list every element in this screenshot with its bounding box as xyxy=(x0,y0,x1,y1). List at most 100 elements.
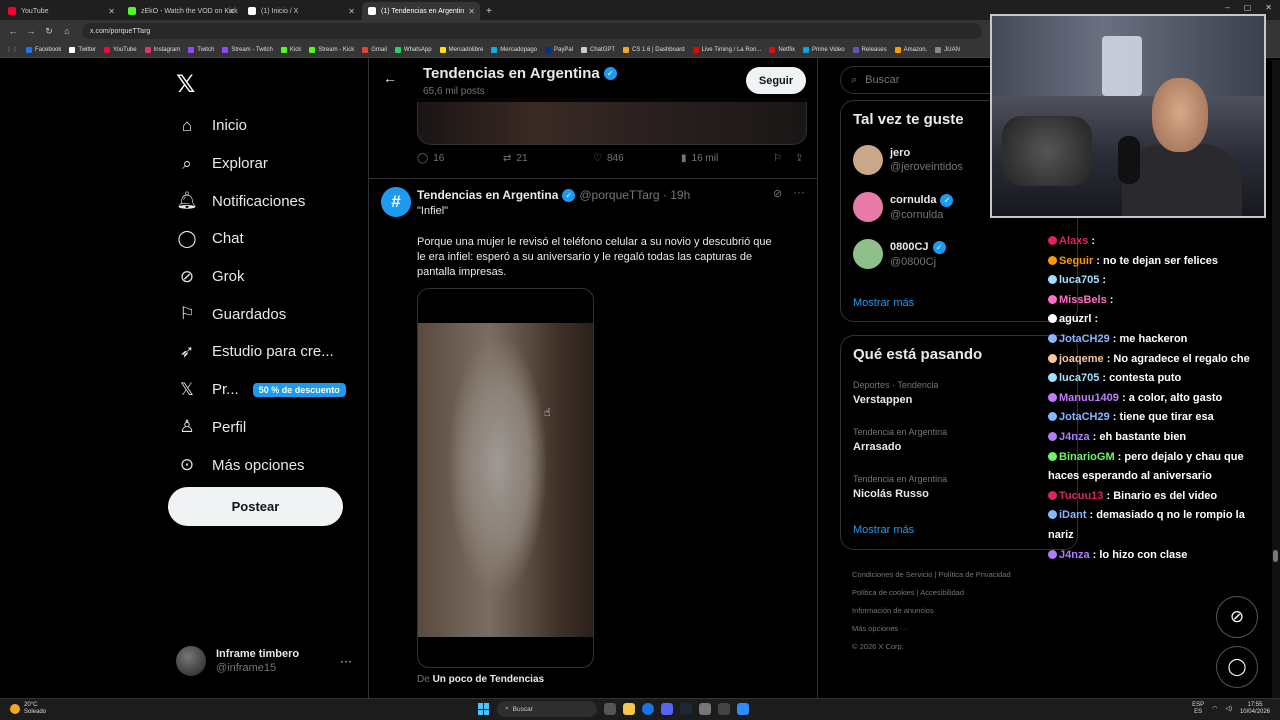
account-menu-icon[interactable]: ··· xyxy=(340,654,352,668)
video-source-link[interactable]: Un poco de Tendencias xyxy=(433,674,545,685)
tab-close-icon[interactable]: ✕ xyxy=(468,7,475,16)
bookmark-item[interactable]: Stream - Kick xyxy=(309,46,354,53)
chat-username[interactable]: aguzrl xyxy=(1059,313,1091,325)
chat-fab-icon[interactable]: ◯ xyxy=(1216,646,1258,688)
chat-username[interactable]: BinarioGM xyxy=(1059,451,1115,463)
chat-username[interactable]: J4nza xyxy=(1059,431,1090,443)
apps-icon[interactable]: ⋮⋮ xyxy=(6,46,18,53)
bookmark-item[interactable]: Mercadolibre xyxy=(439,46,483,53)
footer-link[interactable]: Accesibilidad xyxy=(920,588,964,597)
footer-link[interactable]: Condiciones de Servicio xyxy=(852,570,932,579)
nav-item-m-s-opciones[interactable]: ⊙ Más opciones xyxy=(176,446,346,484)
windows-start-icon[interactable] xyxy=(478,703,490,715)
bookmark-item[interactable]: Facebook xyxy=(26,46,61,53)
nav-item-inicio[interactable]: ⌂ Inicio xyxy=(176,107,346,145)
bookmark-item[interactable]: Instagram xyxy=(144,46,180,53)
bookmark-item[interactable]: WhatsApp xyxy=(394,46,432,53)
bookmark-button[interactable]: ⚐ xyxy=(773,153,795,164)
chat-username[interactable]: Tucuu13 xyxy=(1059,490,1103,502)
browser-tab[interactable]: (1) Inicio / X ✕ xyxy=(242,2,360,20)
clock[interactable]: 17:55 10/04/2026 xyxy=(1240,702,1270,716)
tab-close-icon[interactable]: ✕ xyxy=(348,7,355,16)
volume-icon[interactable]: ◁) xyxy=(1225,706,1232,713)
reload-icon[interactable]: ↻ xyxy=(44,26,54,37)
chat-username[interactable]: Alaxs xyxy=(1059,235,1088,247)
file-explorer-icon[interactable] xyxy=(623,703,635,715)
bookmark-item[interactable]: Kick xyxy=(280,46,301,53)
bookmark-item[interactable]: ChatGPT xyxy=(581,46,615,53)
discord-icon[interactable] xyxy=(661,703,673,715)
chat-username[interactable]: Manuu1409 xyxy=(1059,392,1119,404)
scrollbar-thumb[interactable] xyxy=(1273,550,1278,562)
trend-item[interactable]: Deportes · Tendencia Verstappen xyxy=(853,380,938,406)
footer-link[interactable]: © 2026 X Corp. xyxy=(852,642,904,651)
bookmark-item[interactable]: Twitter xyxy=(69,46,96,53)
wifi-icon[interactable]: ◠ xyxy=(1212,706,1217,713)
bookmark-item[interactable]: Mercadopago xyxy=(491,46,537,53)
new-tab-button[interactable]: + xyxy=(486,6,492,17)
forward-icon[interactable]: → xyxy=(26,26,36,36)
suggestion-cornulda[interactable]: cornulda ✓ @cornulda xyxy=(853,192,954,222)
suggestion-jero[interactable]: jero @jeroveintidos xyxy=(853,145,963,175)
steam-icon[interactable] xyxy=(680,703,692,715)
chat-username[interactable]: MissBels xyxy=(1059,294,1107,306)
nav-item-estudio-para-cre[interactable]: ➶ Estudio para cre... xyxy=(176,333,346,371)
footer-link[interactable]: Política de Privacidad xyxy=(939,570,1011,579)
grok-fab-icon[interactable]: ⊘ xyxy=(1216,596,1258,638)
previous-post-media[interactable] xyxy=(417,98,807,145)
bookmark-item[interactable]: Releases xyxy=(852,46,887,53)
post-button[interactable]: Postear xyxy=(168,487,343,526)
bookmark-item[interactable]: Twitch xyxy=(188,46,214,53)
show-more-trends-link[interactable]: Mostrar más xyxy=(853,524,914,536)
language-indicator[interactable]: ESP ES xyxy=(1192,702,1204,716)
nav-item-grok[interactable]: ⊘ Grok xyxy=(176,258,346,296)
nav-item-notificaciones[interactable]: 🔔︎ Notificaciones xyxy=(176,182,346,220)
chat-username[interactable]: J4nza xyxy=(1059,549,1090,561)
search-field[interactable]: ⌕ Buscar xyxy=(840,66,1010,94)
nav-item-guardados[interactable]: ⚐ Guardados xyxy=(176,295,346,333)
trend-item[interactable]: Tendencia en Argentina Arrasado xyxy=(853,427,947,453)
chat-username[interactable]: luca705 xyxy=(1059,274,1099,286)
chat-username[interactable]: Seguir xyxy=(1059,255,1093,267)
tweet-video[interactable]: ☝ xyxy=(417,288,594,668)
tab-close-icon[interactable]: ✕ xyxy=(108,7,115,16)
bookmark-item[interactable]: PayPal xyxy=(545,46,573,53)
tweet-handle[interactable]: @porqueTTarg · 19h xyxy=(579,188,690,202)
nav-item-pr[interactable]: 𝕏 Pr... 50 % de descuento xyxy=(176,371,346,409)
tweet-author-name[interactable]: Tendencias en Argentina xyxy=(417,188,558,202)
chrome-icon[interactable] xyxy=(642,703,654,715)
suggestion-0800cj[interactable]: 0800CJ ✓ @0800Cj xyxy=(853,239,946,269)
bookmark-item[interactable]: Gmail xyxy=(362,46,387,53)
bookmark-item[interactable]: Netflix xyxy=(769,46,795,53)
maximize-icon[interactable]: ▢ xyxy=(1244,3,1252,12)
chat-username[interactable]: JotaCH29 xyxy=(1059,411,1110,423)
chat-username[interactable]: JotaCH29 xyxy=(1059,333,1110,345)
show-more-suggestions-link[interactable]: Mostrar más xyxy=(853,297,914,309)
browser-tab[interactable]: (1) Tendencias en Argentin ✕ xyxy=(362,2,480,20)
close-window-icon[interactable]: ✕ xyxy=(1265,3,1272,12)
footer-link[interactable]: Política de cookies xyxy=(852,588,915,597)
task-view-icon[interactable] xyxy=(604,703,616,715)
nav-item-chat[interactable]: ◯ Chat xyxy=(176,220,346,258)
bookmark-item[interactable]: YouTube xyxy=(104,46,137,53)
nav-item-explorar[interactable]: ⌕ Explorar xyxy=(176,145,346,183)
home-page-icon[interactable]: ⌂ xyxy=(62,26,72,36)
views-button[interactable]: ▮ 16 mil xyxy=(681,153,773,164)
tweet-more-icon[interactable]: ··· xyxy=(793,185,805,199)
page-scrollbar[interactable] xyxy=(1272,60,1280,700)
url-field[interactable]: x.com/porqueTTarg xyxy=(82,23,982,39)
x-logo[interactable]: 𝕏 xyxy=(176,70,195,99)
grok-icon[interactable]: ⊘ xyxy=(773,187,782,200)
premium-discount-badge[interactable]: 50 % de descuento xyxy=(252,382,346,397)
reply-button[interactable]: ◯ 16 xyxy=(417,153,503,164)
app-icon[interactable] xyxy=(699,703,711,715)
footer-link[interactable]: Información de anuncios xyxy=(852,606,934,615)
account-switcher[interactable]: Inframe timbero @inframe15 xyxy=(176,646,299,676)
like-button[interactable]: ♡ 846 xyxy=(593,153,681,164)
photos-icon[interactable] xyxy=(737,703,749,715)
footer-link[interactable]: Más opciones ··· xyxy=(852,624,908,633)
back-icon[interactable]: ← xyxy=(8,26,18,36)
bookmark-item[interactable]: Stream - Twitch xyxy=(222,46,273,53)
bookmark-item[interactable]: CS 1.6 | Dashboard xyxy=(623,46,685,53)
obs-icon[interactable] xyxy=(718,703,730,715)
